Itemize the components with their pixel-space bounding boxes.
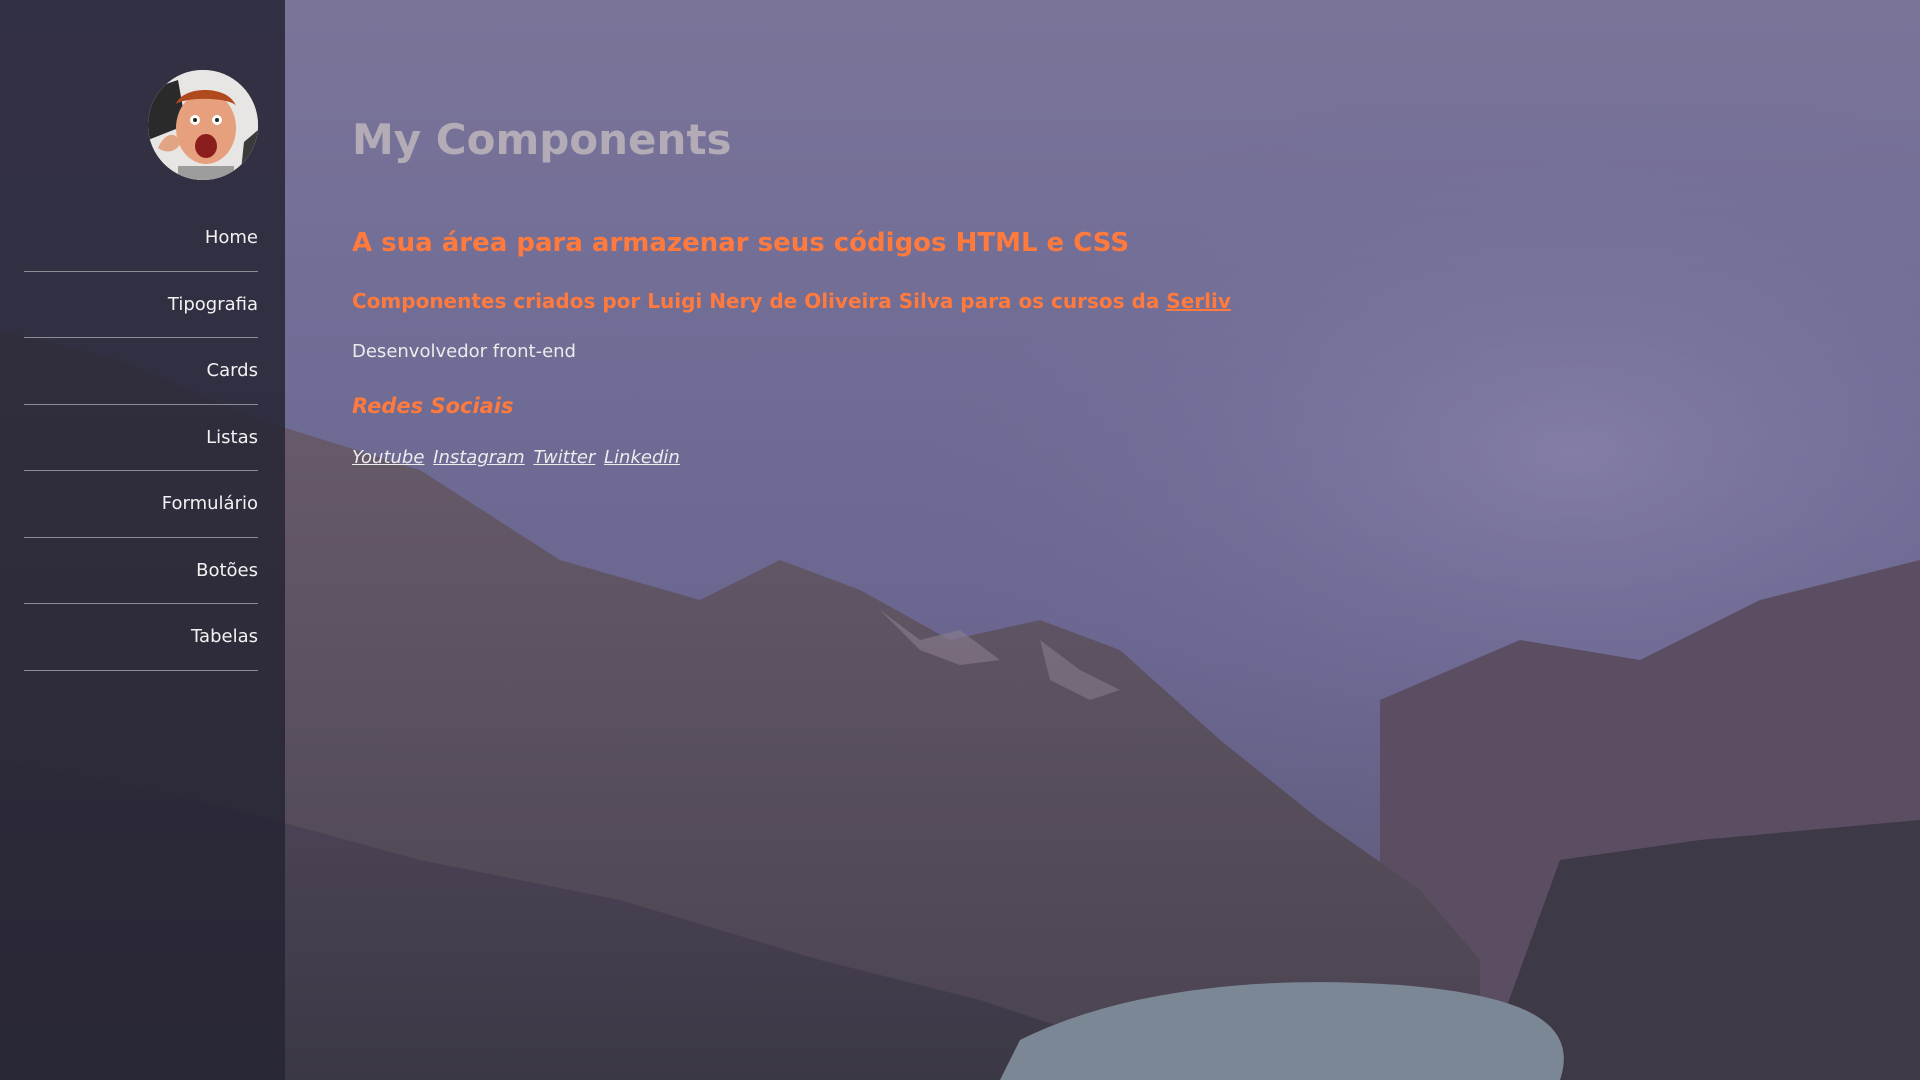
sidebar-item-label: Formulário [161, 493, 258, 515]
youtube-link[interactable]: Youtube [352, 447, 424, 468]
avatar-photo-icon [148, 70, 258, 180]
twitter-link[interactable]: Twitter [533, 447, 595, 468]
main-content: My Components A sua área para armazenar … [352, 112, 1852, 470]
serliv-link[interactable]: Serliv [1166, 289, 1231, 313]
sidebar-item-label: Cards [206, 360, 259, 382]
sidebar-item-label: Tabelas [191, 626, 258, 648]
sidebar-item-tabelas[interactable]: Tabelas [24, 604, 258, 671]
page: Home Tipografia Cards Listas Formulário … [0, 0, 1920, 1080]
sidebar-item-label: Tipografia [167, 293, 258, 315]
role-text: Desenvolvedor front-end [352, 341, 576, 362]
subheadline-text: Componentes criados por Luigi Nery de Ol… [352, 289, 1167, 313]
headline: A sua área para armazenar seus códigos H… [352, 228, 1130, 258]
instagram-link[interactable]: Instagram [433, 447, 525, 468]
sidebar: Home Tipografia Cards Listas Formulário … [0, 0, 285, 1080]
sidebar-item-label: Home [204, 227, 258, 249]
sidebar-nav: Home Tipografia Cards Listas Formulário … [24, 205, 258, 671]
page-title: My Components [352, 115, 732, 164]
social-links: Youtube Instagram Twitter Linkedin [352, 446, 1852, 470]
sidebar-item-cards[interactable]: Cards [24, 338, 258, 405]
sidebar-item-botoes[interactable]: Botões [24, 538, 258, 604]
sidebar-item-label: Listas [206, 426, 258, 448]
sidebar-item-home[interactable]: Home [24, 205, 258, 272]
subheadline: Componentes criados por Luigi Nery de Ol… [352, 288, 1852, 314]
linkedin-link[interactable]: Linkedin [604, 447, 680, 468]
social-title: Redes Sociais [352, 394, 514, 418]
sidebar-item-label: Botões [196, 559, 258, 581]
sidebar-item-formulario[interactable]: Formulário [24, 471, 258, 538]
sidebar-item-listas[interactable]: Listas [24, 405, 258, 471]
sidebar-item-tipografia[interactable]: Tipografia [24, 272, 258, 338]
avatar[interactable] [148, 70, 258, 180]
